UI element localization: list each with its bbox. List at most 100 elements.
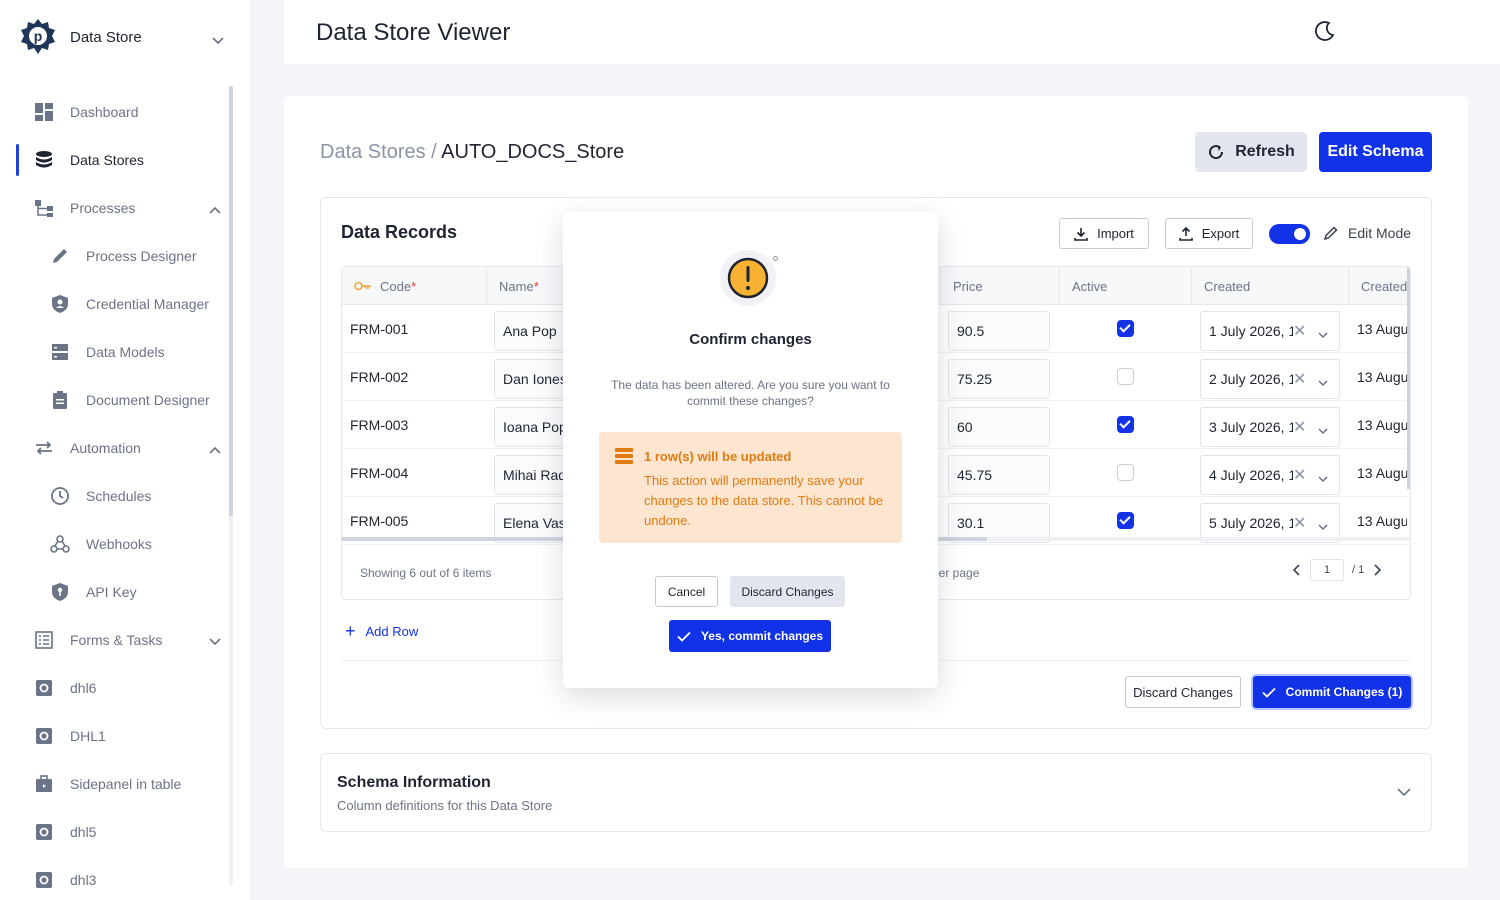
page-input[interactable]: 1 xyxy=(1310,559,1344,581)
chevron-down-icon[interactable] xyxy=(1318,470,1328,486)
chevron-down-icon[interactable] xyxy=(209,633,221,649)
sidebar-item-label: Processes xyxy=(70,200,136,216)
warning-icon xyxy=(720,250,778,306)
moon-icon[interactable] xyxy=(1314,20,1336,47)
clear-icon[interactable]: ✕ xyxy=(1293,513,1307,533)
code-cell: FRM-004 xyxy=(350,465,409,481)
briefcase-icon xyxy=(34,774,54,794)
breadcrumb: Data Stores / AUTO_DOCS_Store xyxy=(320,141,624,164)
commit-label: Commit Changes (1) xyxy=(1285,685,1403,699)
pencil-icon xyxy=(50,246,70,266)
sidebar-item-label: Forms & Tasks xyxy=(70,632,163,648)
active-checkbox[interactable] xyxy=(1117,368,1134,385)
confirm-commit-button[interactable]: Yes, commit changes xyxy=(669,620,831,652)
add-row-button[interactable]: + Add Row xyxy=(345,622,418,640)
active-checkbox[interactable] xyxy=(1117,512,1134,529)
date-value: 4 July 2026, 1 xyxy=(1209,467,1297,483)
price-input[interactable]: 75.25 xyxy=(948,359,1050,399)
sidebar-item-forms-tasks[interactable]: Forms & Tasks xyxy=(0,620,235,660)
active-checkbox[interactable] xyxy=(1117,416,1134,433)
clear-icon[interactable]: ✕ xyxy=(1293,465,1307,485)
export-label: Export xyxy=(1201,226,1240,241)
sidebar-item-dhl6[interactable]: dhl6 xyxy=(0,668,235,708)
column-header-created[interactable]: Created xyxy=(1191,267,1348,305)
import-button[interactable]: Import xyxy=(1059,218,1149,249)
export-button[interactable]: Export xyxy=(1165,218,1253,249)
sidebar-item-processes[interactable]: Processes xyxy=(0,188,235,228)
sidebar: p Data Store Dashboard Data Stores Proce… xyxy=(0,0,252,900)
sidebar-item-automation[interactable]: Automation xyxy=(0,428,235,468)
sidebar-item-dhl5[interactable]: dhl5 xyxy=(0,812,235,852)
column-header-label: Code xyxy=(380,278,412,294)
brand-logo-icon: p xyxy=(20,18,56,56)
created-cell: 13 Augu xyxy=(1357,465,1407,481)
breadcrumb-parent[interactable]: Data Stores / xyxy=(320,141,437,163)
discard-changes-button[interactable]: Discard Changes xyxy=(730,576,845,607)
chevron-down-icon xyxy=(212,32,224,50)
sidebar-item-sidepanel-in-table[interactable]: Sidepanel in table xyxy=(0,764,235,804)
refresh-icon xyxy=(1207,143,1225,161)
created-cell: 13 Augu xyxy=(1357,369,1407,385)
chevron-right-icon[interactable] xyxy=(1374,564,1382,576)
vertical-scrollbar[interactable] xyxy=(1407,267,1410,489)
sidebar-item-data-stores[interactable]: Data Stores xyxy=(0,140,235,180)
edit-mode: Edit Mode xyxy=(1323,225,1411,241)
column-header-code[interactable]: Code * xyxy=(342,267,486,305)
sidebar-item-process-designer[interactable]: Process Designer xyxy=(0,236,235,276)
chevron-up-icon[interactable] xyxy=(209,201,221,217)
price-input[interactable]: 60 xyxy=(948,407,1050,447)
dashboard-icon xyxy=(34,102,54,122)
created-date-picker[interactable]: 1 July 2026, 1 ✕ xyxy=(1200,311,1340,351)
created-date-picker[interactable]: 3 July 2026, 1 ✕ xyxy=(1200,407,1340,447)
list-icon xyxy=(34,630,54,650)
active-checkbox[interactable] xyxy=(1117,464,1134,481)
created-date-picker[interactable]: 2 July 2026, 1 ✕ xyxy=(1200,359,1340,399)
sidebar-item-data-models[interactable]: Data Models xyxy=(0,332,235,372)
repeat-icon xyxy=(34,438,54,458)
chevron-down-icon[interactable] xyxy=(1318,422,1328,438)
column-header-price[interactable]: Price xyxy=(940,267,1060,305)
schema-information-panel[interactable]: Schema Information Column definitions fo… xyxy=(320,753,1432,832)
commit-changes-button[interactable]: Commit Changes (1) xyxy=(1253,676,1411,708)
clear-icon[interactable]: ✕ xyxy=(1293,417,1307,437)
sidebar-item-dashboard[interactable]: Dashboard xyxy=(0,92,235,132)
refresh-button[interactable]: Refresh xyxy=(1195,132,1307,172)
chevron-down-icon[interactable] xyxy=(1318,518,1328,534)
sidebar-item-label: DHL1 xyxy=(70,728,106,744)
clear-icon[interactable]: ✕ xyxy=(1293,321,1307,341)
pagination: 1 / 1 xyxy=(1292,559,1382,581)
clear-icon[interactable]: ✕ xyxy=(1293,369,1307,389)
chevron-down-icon[interactable] xyxy=(1318,374,1328,390)
sidebar-item-dhl1[interactable]: DHL1 xyxy=(0,716,235,756)
discard-changes-button[interactable]: Discard Changes xyxy=(1125,676,1241,708)
created-cell: 13 Augu xyxy=(1357,417,1407,433)
sidebar-item-api-key[interactable]: API Key xyxy=(0,572,235,612)
edit-schema-button[interactable]: Edit Schema xyxy=(1319,132,1432,172)
chevron-left-icon[interactable] xyxy=(1292,564,1300,576)
price-input[interactable]: 90.5 xyxy=(948,311,1050,351)
column-header-active[interactable]: Active xyxy=(1059,267,1191,305)
chevron-up-icon[interactable] xyxy=(209,441,221,457)
chevron-down-icon[interactable] xyxy=(1318,326,1328,342)
sidebar-item-document-designer[interactable]: Document Designer xyxy=(0,380,235,420)
date-value: 2 July 2026, 1 xyxy=(1209,371,1297,387)
active-checkbox[interactable] xyxy=(1117,320,1134,337)
page-total: / 1 xyxy=(1352,564,1365,576)
confirm-changes-dialog: Confirm changes The data has been altere… xyxy=(563,212,938,688)
cancel-button[interactable]: Cancel xyxy=(655,576,718,607)
sidebar-item-dhl3[interactable]: dhl3 xyxy=(0,860,235,900)
warning-body: This action will permanently save your c… xyxy=(644,473,883,528)
clock-icon xyxy=(50,486,70,506)
column-header-label: Name xyxy=(499,278,534,294)
sidebar-item-webhooks[interactable]: Webhooks xyxy=(0,524,235,564)
sidebar-item-credential-manager[interactable]: Credential Manager xyxy=(0,284,235,324)
price-input[interactable]: 45.75 xyxy=(948,455,1050,495)
sidebar-item-label: Data Stores xyxy=(70,152,144,168)
app-switcher[interactable]: p Data Store xyxy=(20,18,230,56)
column-header-created-2[interactable]: Created xyxy=(1348,267,1410,305)
dialog-description: The data has been altered. Are you sure … xyxy=(611,378,890,408)
created-date-picker[interactable]: 4 July 2026, 1 ✕ xyxy=(1200,455,1340,495)
edit-mode-toggle[interactable] xyxy=(1269,224,1310,244)
sidebar-item-schedules[interactable]: Schedules xyxy=(0,476,235,516)
chevron-down-icon[interactable] xyxy=(1397,784,1411,802)
